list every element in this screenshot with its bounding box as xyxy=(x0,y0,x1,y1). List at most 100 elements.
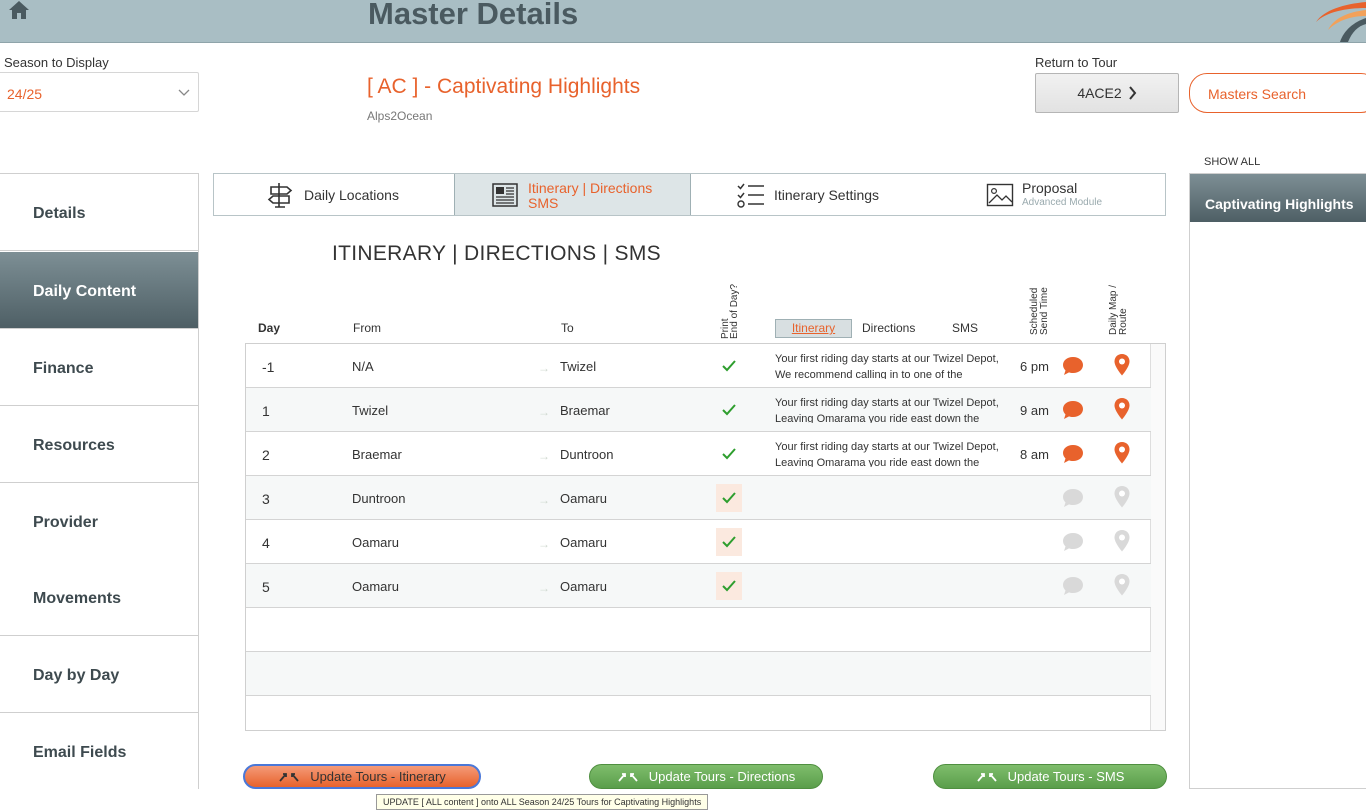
itinerary-preview[interactable]: Your first riding day starts at our Twiz… xyxy=(775,395,1005,423)
toggle-itinerary[interactable]: Itinerary xyxy=(775,319,852,338)
cell-from: Twizel xyxy=(352,403,389,418)
cell-day: 2 xyxy=(262,447,270,463)
tab-itinerary-settings[interactable]: Itinerary Settings xyxy=(691,174,936,215)
sidebar: Details Daily Content Finance Resources … xyxy=(0,173,199,790)
tab-proposal[interactable]: Proposal Advanced Module xyxy=(936,174,1165,215)
table-row-empty xyxy=(246,652,1151,696)
tour-title: [ AC ] - Captivating Highlights xyxy=(367,75,641,98)
sidebar-item-details[interactable]: Details xyxy=(0,174,198,251)
sms-bubble-icon[interactable] xyxy=(1061,443,1085,465)
arrow-right-icon: → xyxy=(538,537,550,551)
update-tours-itinerary-button[interactable]: Update Tours - Itinerary xyxy=(243,764,481,789)
map-pin-icon[interactable] xyxy=(1113,397,1131,421)
cell-to: Braemar xyxy=(560,403,610,418)
newspaper-icon xyxy=(492,183,518,207)
preview-line: Your first riding day starts at our Twiz… xyxy=(775,353,999,365)
column-header-day: Day xyxy=(258,321,281,335)
sidebar-item-email-fields[interactable]: Email Fields xyxy=(0,713,198,790)
map-pin-icon[interactable] xyxy=(1113,353,1131,377)
sms-bubble-icon[interactable] xyxy=(1061,355,1085,377)
right-panel-item-captivating-highlights[interactable]: Captivating Highlights xyxy=(1190,174,1366,222)
toggle-directions[interactable]: Directions xyxy=(862,321,915,335)
table-row[interactable]: 5 Oamaru → Oamaru xyxy=(246,564,1151,608)
sidebar-item-provider[interactable]: Provider xyxy=(0,483,198,560)
cell-from: Oamaru xyxy=(352,579,399,594)
return-to-tour-button[interactable]: 4ACE2 xyxy=(1035,73,1179,113)
sidebar-item-resources[interactable]: Resources xyxy=(0,406,198,483)
column-header-send-time: Send Time xyxy=(1039,287,1050,335)
sidebar-item-label: Finance xyxy=(33,360,94,377)
sms-bubble-icon[interactable] xyxy=(1061,575,1085,597)
sidebar-item-finance[interactable]: Finance xyxy=(0,329,198,406)
checkmark-icon xyxy=(722,404,736,416)
cell-to: Oamaru xyxy=(560,579,607,594)
cell-from: N/A xyxy=(352,359,374,374)
tab-label: Daily Locations xyxy=(304,187,399,203)
cell-from: Braemar xyxy=(352,447,402,462)
table-row[interactable]: 3 Duntroon → Oamaru xyxy=(246,476,1151,520)
show-all-link[interactable]: SHOW ALL xyxy=(1204,156,1260,168)
table-row[interactable]: 2 Braemar → Duntroon Your first riding d… xyxy=(246,432,1151,476)
tab-label: Proposal xyxy=(1022,180,1078,196)
button-label: Update Tours - SMS xyxy=(1007,769,1125,784)
season-select[interactable]: 24/25 xyxy=(0,72,199,112)
preview-line: Leaving Omarama you ride east down the xyxy=(775,457,980,467)
checkmark-icon xyxy=(722,448,736,460)
print-eod-checkbox[interactable] xyxy=(716,572,742,600)
masters-search-label: Masters Search xyxy=(1208,86,1307,102)
sidebar-item-movements[interactable]: Movements xyxy=(0,559,198,636)
sms-bubble-icon[interactable] xyxy=(1061,531,1085,553)
sidebar-item-daily-content[interactable]: Daily Content xyxy=(0,252,198,329)
header-bar xyxy=(0,0,1366,43)
tour-subtitle: Alps2Ocean xyxy=(367,109,433,123)
button-label: Update Tours - Itinerary xyxy=(310,769,446,784)
masters-search-button[interactable]: Masters Search xyxy=(1189,73,1366,113)
sidebar-item-label: Email Fields xyxy=(33,744,127,761)
map-pin-icon[interactable] xyxy=(1113,441,1131,465)
table-scrollbar[interactable] xyxy=(1150,344,1165,730)
tab-itinerary-directions-sms[interactable]: Itinerary | Directions SMS xyxy=(454,174,691,215)
tab-label: Itinerary Settings xyxy=(774,187,880,203)
table-row[interactable]: 1 Twizel → Braemar Your first riding day… xyxy=(246,388,1151,432)
column-header-to: To xyxy=(561,321,574,335)
cell-send-time: 9 am xyxy=(1020,403,1049,418)
print-eod-checkbox[interactable] xyxy=(716,352,742,380)
table-row-empty xyxy=(246,608,1151,652)
sync-arrows-icon xyxy=(279,772,299,782)
checklist-icon xyxy=(737,183,764,208)
table-row[interactable]: -1 N/A → Twizel Your first riding day st… xyxy=(246,344,1151,388)
map-pin-icon[interactable] xyxy=(1113,573,1131,597)
itinerary-preview[interactable]: Your first riding day starts at our Twiz… xyxy=(775,439,1005,467)
checkmark-icon xyxy=(722,492,736,504)
tab-daily-locations[interactable]: Daily Locations xyxy=(214,174,454,215)
tab-sublabel: Advanced Module xyxy=(1022,197,1103,208)
print-eod-checkbox[interactable] xyxy=(716,440,742,468)
column-header-end-of-day: End of Day? xyxy=(729,283,740,339)
toggle-sms[interactable]: SMS xyxy=(952,321,978,335)
map-pin-icon[interactable] xyxy=(1113,485,1131,509)
checkmark-icon xyxy=(722,580,736,592)
update-tours-directions-button[interactable]: Update Tours - Directions xyxy=(589,764,823,789)
print-eod-checkbox[interactable] xyxy=(716,396,742,424)
home-icon[interactable] xyxy=(8,0,30,20)
itinerary-preview[interactable]: Your first riding day starts at our Twiz… xyxy=(775,351,1005,379)
page-title: Master Details xyxy=(368,0,579,31)
table-row[interactable]: 4 Oamaru → Oamaru xyxy=(246,520,1151,564)
cell-send-time: 6 pm xyxy=(1020,359,1049,374)
map-pin-icon[interactable] xyxy=(1113,529,1131,553)
chevron-right-icon xyxy=(1128,86,1136,100)
print-eod-checkbox[interactable] xyxy=(716,484,742,512)
print-eod-checkbox[interactable] xyxy=(716,528,742,556)
button-label: Update Tours - Directions xyxy=(648,769,796,784)
sidebar-item-day-by-day[interactable]: Day by Day xyxy=(0,636,198,713)
column-header-from: From xyxy=(353,321,381,335)
update-tours-sms-button[interactable]: Update Tours - SMS xyxy=(933,764,1167,789)
cell-day: 5 xyxy=(262,579,270,595)
sms-bubble-icon[interactable] xyxy=(1061,487,1085,509)
tab-label-line2: SMS xyxy=(528,195,559,211)
sms-bubble-icon[interactable] xyxy=(1061,399,1085,421)
cell-to: Oamaru xyxy=(560,535,607,550)
sidebar-item-label: Movements xyxy=(33,590,122,607)
column-header-route: Route xyxy=(1118,308,1129,335)
return-to-tour-label: Return to Tour xyxy=(1035,55,1118,70)
